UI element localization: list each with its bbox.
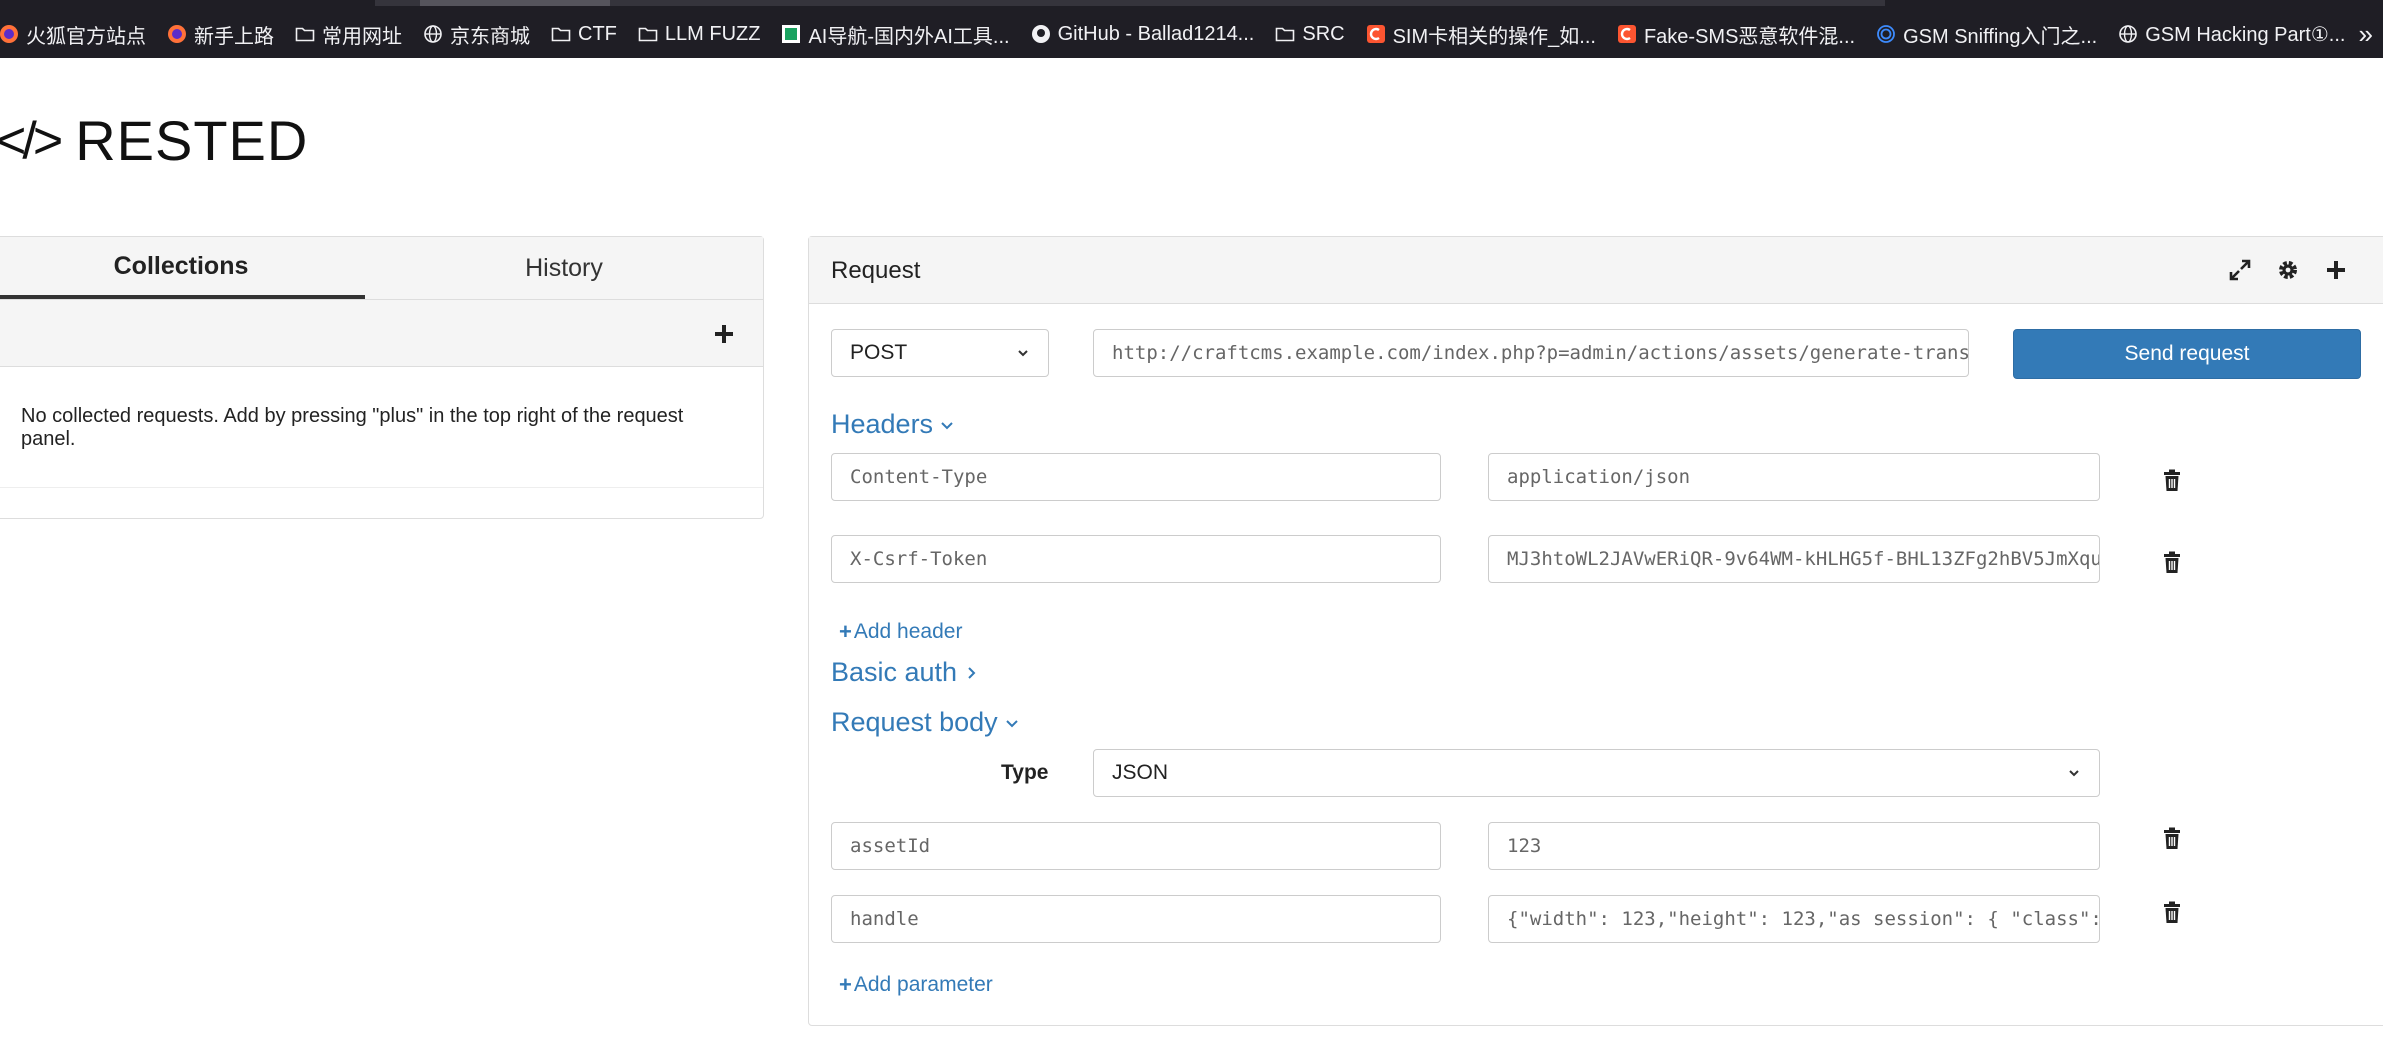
add-parameter-link[interactable]: + Add parameter <box>839 972 993 998</box>
bookmark-label: Fake-SMS恶意软件混... <box>1643 25 1856 48</box>
bookmark-label: 火狐官方站点 <box>26 25 146 48</box>
bookmark-label: AI导航-国内外AI工具... <box>808 25 1010 48</box>
bookmark-item[interactable]: SRC <box>1274 22 1345 46</box>
header-name-input[interactable]: X-Csrf-Token <box>831 535 1441 583</box>
ai-nav-icon <box>780 23 802 45</box>
add-collection-plus-icon[interactable] <box>713 316 735 353</box>
bookmark-item[interactable]: 火狐官方站点 <box>0 20 146 49</box>
body-type-label: Type <box>1001 761 1049 784</box>
chevron-down-icon <box>1005 719 1018 727</box>
bookmark-label: 常用网址 <box>322 25 402 48</box>
bookmark-label: 京东商城 <box>450 25 530 48</box>
header-value-input[interactable]: application/json <box>1488 453 2100 501</box>
chevron-down-icon <box>1018 350 1028 357</box>
param-name-input[interactable]: handle <box>831 895 1441 943</box>
bookmark-item[interactable]: SIM卡相关的操作_如... <box>1365 20 1596 49</box>
header-name-input[interactable]: Content-Type <box>831 453 1441 501</box>
folder-icon <box>294 23 316 45</box>
bookmark-label: LLM FUZZ <box>664 22 761 45</box>
collections-toolbar <box>0 300 763 367</box>
headers-toggle[interactable]: Headers <box>831 409 955 440</box>
bookmark-item[interactable]: 常用网址 <box>294 20 402 49</box>
trash-icon[interactable] <box>2161 901 2183 925</box>
firefox-icon <box>0 23 20 45</box>
chevron-down-icon <box>2069 770 2079 777</box>
bookmark-label: GSM Sniffing入门之... <box>1903 25 2098 48</box>
expand-icon[interactable] <box>2225 255 2255 285</box>
basic-auth-label: Basic auth <box>831 657 958 687</box>
request-body-toggle[interactable]: Request body <box>831 707 1020 738</box>
active-tab-edge <box>420 0 610 6</box>
add-parameter-label: Add parameter <box>853 973 993 996</box>
bookmark-label: 新手上路 <box>194 25 274 48</box>
bookmark-item[interactable]: GSM Sniffing入门之... <box>1875 20 2097 49</box>
folder-icon <box>637 23 659 45</box>
app-title: RESTED <box>75 109 309 172</box>
header-value-input[interactable]: MJ3htoWL2JAVwERiQR-9v64WM-kHLHG5f-BHL13Z… <box>1488 535 2100 583</box>
csdn-icon <box>1365 23 1387 45</box>
body-type-value: JSON <box>1112 761 1169 784</box>
folder-icon <box>1274 23 1296 45</box>
code-icon: </> <box>0 111 63 170</box>
request-panel: Request POST http://craftcms.example.com… <box>808 236 2383 1026</box>
body-type-select[interactable]: JSON <box>1093 749 2100 797</box>
bookmark-item[interactable]: LLM FUZZ <box>637 22 761 46</box>
request-panel-title: Request <box>831 257 921 284</box>
add-to-collection-plus-icon[interactable] <box>2321 255 2351 285</box>
add-header-link[interactable]: + Add header <box>839 619 962 645</box>
empty-collections-message: No collected requests. Add by pressing "… <box>21 405 684 450</box>
chevron-right-icon <box>968 666 976 679</box>
bookmark-item[interactable]: CTF <box>550 23 617 46</box>
send-request-button[interactable]: Send request <box>2013 329 2361 379</box>
github-icon <box>1030 23 1052 45</box>
chevron-down-icon <box>941 421 953 429</box>
bookmark-label: SIM卡相关的操作_如... <box>1392 25 1596 48</box>
globe-icon <box>2117 23 2139 45</box>
param-value-input[interactable]: {"width": 123,"height": 123,"as session"… <box>1488 895 2100 943</box>
globe-icon <box>422 23 444 45</box>
request-body-label: Request body <box>831 707 998 737</box>
bookmark-item[interactable]: 新手上路 <box>166 20 274 49</box>
headers-label: Headers <box>831 409 934 439</box>
bookmark-label: GSM Hacking Part①... <box>2145 23 2346 46</box>
bookmarks-overflow-button[interactable]: » <box>2359 16 2373 52</box>
method-select[interactable]: POST <box>831 329 1049 377</box>
gear-icon[interactable] <box>2273 255 2303 285</box>
bookmark-item[interactable]: 京东商城 <box>422 20 530 49</box>
bookmark-label: CTF <box>578 22 617 45</box>
spiral-icon <box>1875 23 1897 45</box>
bookmarks-list: 火狐官方站点 新手上路 常用网址 京东商城 CTF LLM FUZZ AI导航-国内外AI工… <box>0 16 2365 52</box>
tab-history[interactable]: History <box>365 237 763 299</box>
request-panel-header: Request <box>809 237 2383 304</box>
folder-icon <box>550 23 572 45</box>
trash-icon[interactable] <box>2161 551 2183 575</box>
trash-icon[interactable] <box>2161 827 2183 851</box>
divider <box>0 487 763 488</box>
csdn-icon <box>1616 23 1638 45</box>
bookmarks-toolbar: 火狐官方站点 新手上路 常用网址 京东商城 CTF LLM FUZZ AI导航-国内外AI工… <box>0 0 2383 58</box>
param-name-input[interactable]: assetId <box>831 822 1441 870</box>
plus-icon: + <box>839 619 852 644</box>
bookmark-label: GitHub - Ballad1214... <box>1057 22 1255 45</box>
method-value: POST <box>850 341 908 364</box>
app-logo: </> RESTED <box>0 108 308 173</box>
bookmark-item[interactable]: GSM Hacking Part①... <box>2117 22 2345 47</box>
trash-icon[interactable] <box>2161 469 2183 493</box>
param-value-input[interactable]: 123 <box>1488 822 2100 870</box>
bookmark-item[interactable]: AI导航-国内外AI工具... <box>780 20 1010 49</box>
url-input[interactable]: http://craftcms.example.com/index.php?p=… <box>1093 329 1969 377</box>
bookmark-label: SRC <box>1302 22 1345 45</box>
add-header-label: Add header <box>853 620 963 643</box>
bookmark-item[interactable]: Fake-SMS恶意软件混... <box>1616 20 1855 49</box>
basic-auth-toggle[interactable]: Basic auth <box>831 657 979 688</box>
plus-icon: + <box>839 972 852 997</box>
tab-collections[interactable]: Collections <box>0 237 365 299</box>
collections-panel: Collections History No collected request… <box>0 236 764 519</box>
firefox-icon <box>166 23 188 45</box>
panel-tabs: Collections History <box>0 237 763 300</box>
bookmark-item[interactable]: GitHub - Ballad1214... <box>1030 22 1255 46</box>
